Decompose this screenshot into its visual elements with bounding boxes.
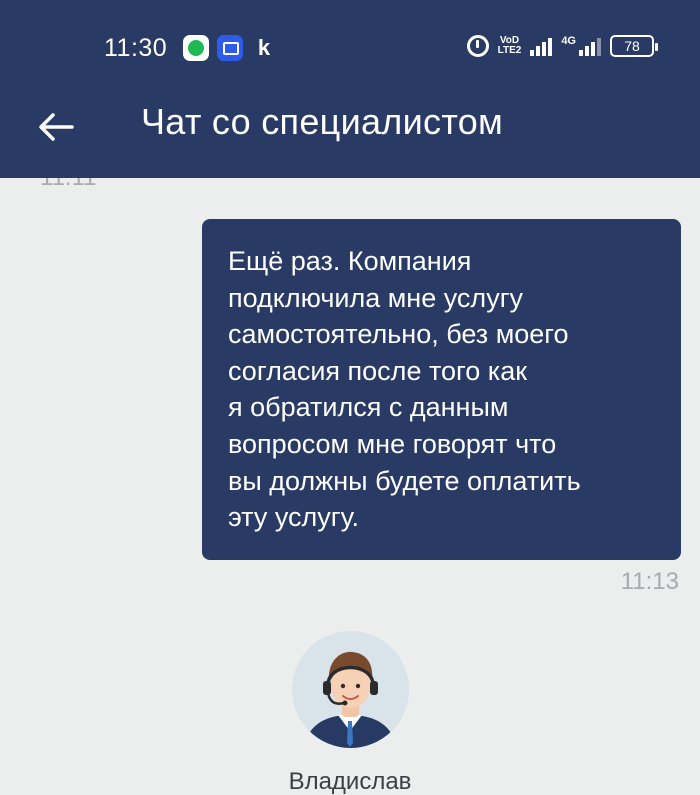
alarm-icon [466,35,489,57]
battery-icon: 78 [610,35,658,57]
status-bar: 11:30 k VoD LTE2 4G 78 [0,0,700,95]
arrow-left-icon [39,113,74,141]
status-time: 11:30 [104,34,168,62]
header: 11:30 k VoD LTE2 4G 78 Чат со специалист… [0,0,700,178]
support-agent-icon [292,631,409,748]
user-message-bubble[interactable]: Ещё раз. Компания подключила мне услугу … [202,219,681,560]
signal-4g-icon [579,36,601,56]
message-text: Ещё раз. Компания подключила мне услугу … [228,246,581,533]
page-title: Чат со специалистом [141,101,504,142]
k-app-icon: k [257,35,271,60]
network-type-label: 4G [561,35,576,47]
back-button[interactable] [32,103,80,151]
system-icons: VoD LTE2 4G 78 [466,35,658,57]
screen-cast-icon [217,35,243,61]
agent-name: Владислав [288,768,412,795]
chat-area[interactable]: 11:11 Ещё раз. Компания подключила мне у… [0,178,700,795]
app-bar: Чат со специалистом [0,95,700,178]
volte-icon: VoD LTE2 [497,35,522,56]
signal-icon [530,36,553,56]
chat-screen: 11:30 k VoD LTE2 4G 78 Чат со специалист… [0,0,700,795]
notification-icons: k [183,35,277,61]
previous-message-time: 11:11 [40,178,97,192]
support-agent-avatar [292,631,409,748]
message-time: 11:13 [620,568,679,595]
spotify-icon [183,35,209,61]
battery-level: 78 [624,38,640,54]
